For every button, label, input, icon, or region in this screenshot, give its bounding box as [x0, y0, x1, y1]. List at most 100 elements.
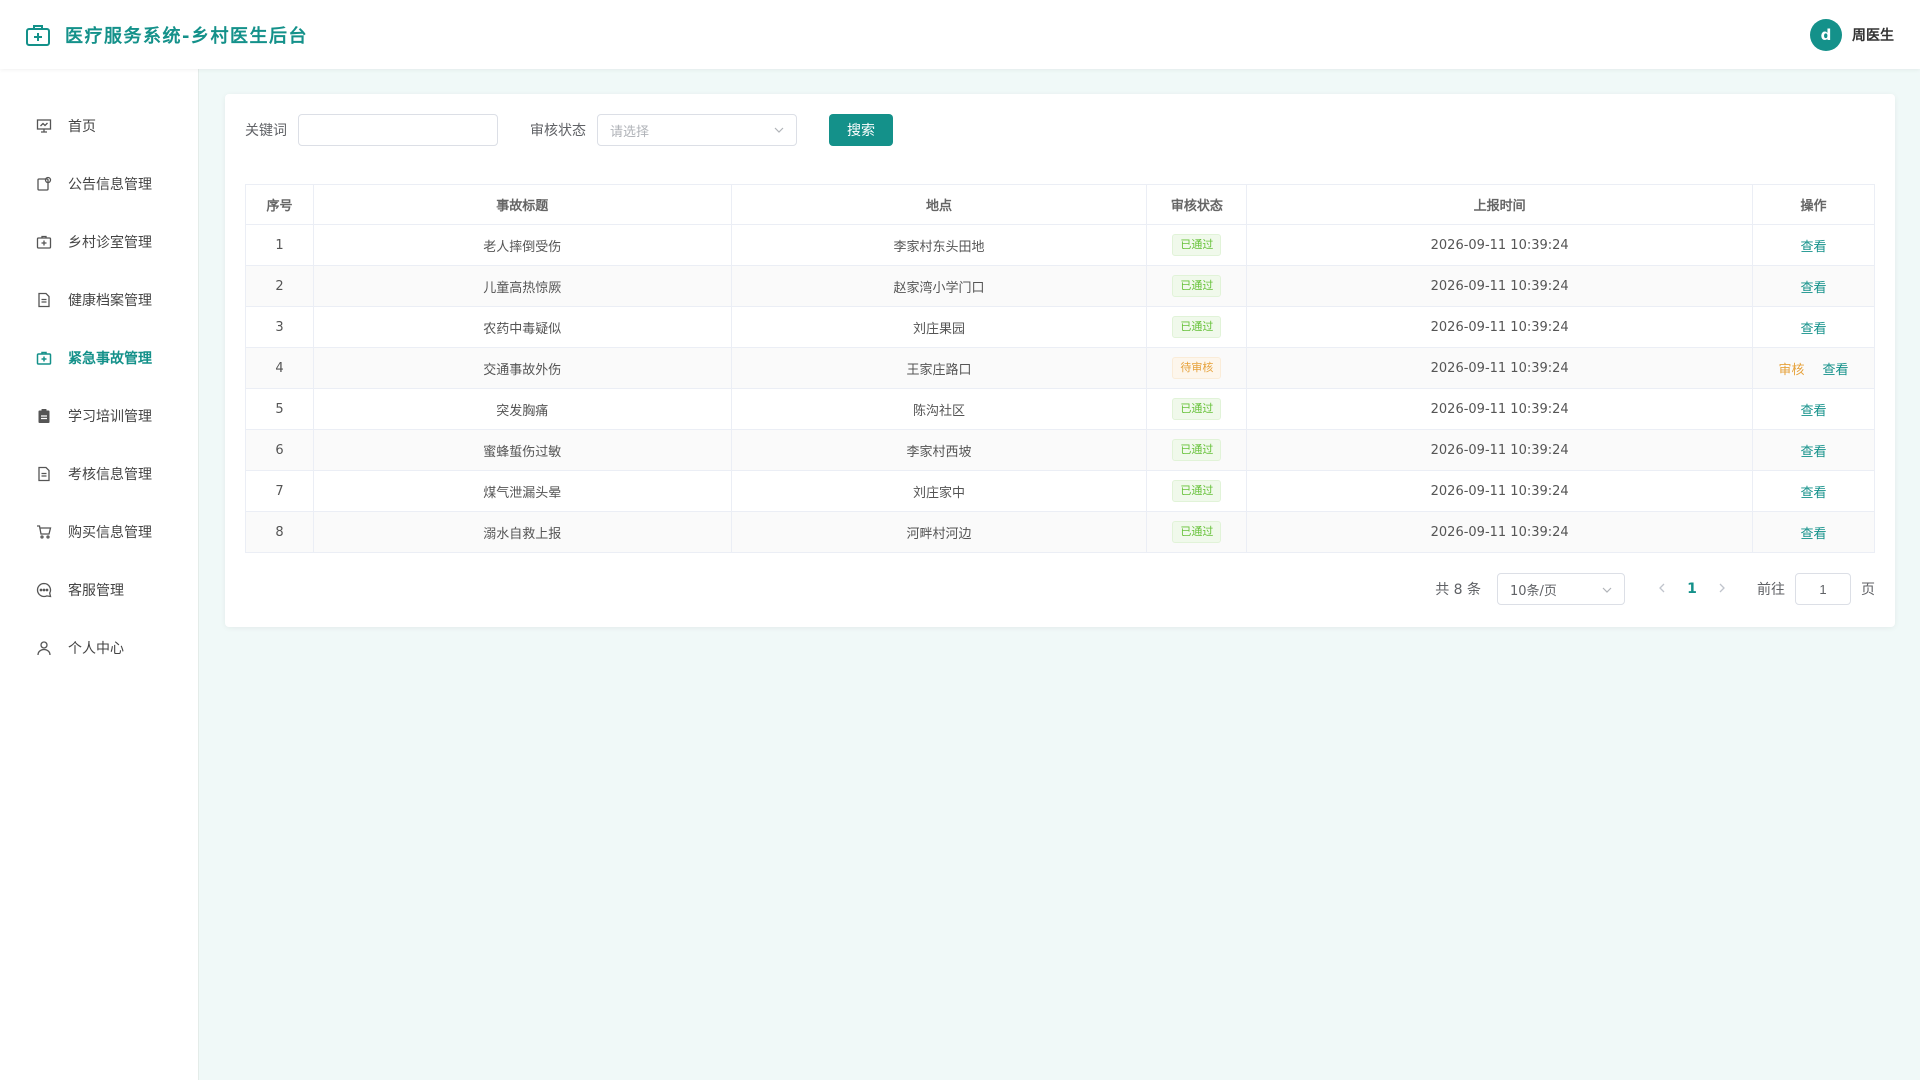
- cell-location: 王家庄路口: [730, 347, 1148, 389]
- view-button[interactable]: 查看: [1801, 322, 1827, 337]
- goto-page-input[interactable]: [1795, 573, 1851, 605]
- status-badge: 已通过: [1172, 275, 1222, 297]
- sidebar-item-notice[interactable]: 公告信息管理: [0, 155, 198, 213]
- col-header-no: 序号: [245, 184, 314, 225]
- page-number-current[interactable]: 1: [1677, 581, 1707, 597]
- cell-actions: 查看: [1752, 429, 1875, 471]
- cell-time: 2026-09-11 10:39:24: [1246, 347, 1754, 389]
- goto-label: 前往: [1757, 582, 1785, 598]
- sidebar-item-label: 健康档案管理: [68, 293, 152, 309]
- cell-title: 儿童高热惊厥: [312, 265, 732, 307]
- next-page-button[interactable]: [1707, 581, 1737, 597]
- cell-no: 3: [245, 306, 314, 348]
- notice-icon: [35, 175, 53, 193]
- sidebar-item-profile[interactable]: 个人中心: [0, 619, 198, 677]
- sidebar-item-home[interactable]: 首页: [0, 97, 198, 155]
- user-icon: [35, 639, 53, 657]
- status-badge: 已通过: [1172, 398, 1222, 420]
- sidebar-item-service[interactable]: 客服管理: [0, 561, 198, 619]
- cell-status: 已通过: [1146, 429, 1248, 471]
- cell-actions: 审核 查看: [1752, 347, 1875, 389]
- cell-actions: 查看: [1752, 224, 1875, 266]
- chevron-down-icon: [1602, 582, 1612, 597]
- status-select[interactable]: 请选择: [597, 114, 797, 146]
- user-name[interactable]: 周医生: [1852, 25, 1894, 45]
- sidebar-item-training[interactable]: 学习培训管理: [0, 387, 198, 445]
- sidebar-item-health-records[interactable]: 健康档案管理: [0, 271, 198, 329]
- status-badge: 已通过: [1172, 316, 1222, 338]
- user-menu[interactable]: d 周医生: [1810, 18, 1894, 51]
- sidebar-item-clinic[interactable]: 乡村诊室管理: [0, 213, 198, 271]
- search-button[interactable]: 搜索: [829, 114, 893, 146]
- cell-time: 2026-09-11 10:39:24: [1246, 429, 1754, 471]
- table-row: 8 溺水自救上报 河畔村河边 已通过 2026-09-11 10:39:24 查看: [245, 511, 1875, 553]
- table-row: 3 农药中毒疑似 刘庄果园 已通过 2026-09-11 10:39:24 查看: [245, 306, 1875, 348]
- cell-title: 突发胸痛: [312, 388, 732, 430]
- presentation-icon: [35, 117, 53, 135]
- pagination-total: 共 8 条: [1435, 582, 1481, 598]
- top-header: 医疗服务系统-乡村医生后台 d 周医生: [0, 0, 1920, 69]
- view-button[interactable]: 查看: [1823, 363, 1849, 378]
- cell-no: 5: [245, 388, 314, 430]
- status-select-placeholder: 请选择: [610, 124, 650, 140]
- cell-location: 李家村东头田地: [730, 224, 1148, 266]
- document-icon: [35, 465, 53, 483]
- cell-status: 已通过: [1146, 388, 1248, 430]
- table-row: 2 儿童高热惊厥 赵家湾小学门口 已通过 2026-09-11 10:39:24 查看: [245, 265, 1875, 307]
- view-button[interactable]: 查看: [1801, 240, 1827, 255]
- page-unit-label: 页: [1861, 582, 1875, 598]
- sidebar: 首页 公告信息管理 乡村诊室管理 健康档案管理 紧急事故管理 学习培训管理 考核…: [0, 69, 199, 1080]
- cell-time: 2026-09-11 10:39:24: [1246, 224, 1754, 266]
- incident-table: 序号 事故标题 地点 审核状态 上报时间 操作 1 老人摔倒受伤 李家村东头田地 已通…: [245, 184, 1875, 553]
- cell-actions: 查看: [1752, 388, 1875, 430]
- col-header-location: 地点: [730, 184, 1148, 225]
- sidebar-item-assessment[interactable]: 考核信息管理: [0, 445, 198, 503]
- clipboard-icon: [35, 407, 53, 425]
- cell-time: 2026-09-11 10:39:24: [1246, 511, 1754, 553]
- prev-page-button[interactable]: [1647, 581, 1677, 597]
- table-row: 4 交通事故外伤 王家庄路口 待审核 2026-09-11 10:39:24 审核 查看: [245, 347, 1875, 389]
- status-badge: 待审核: [1172, 357, 1222, 379]
- cell-title: 老人摔倒受伤: [312, 224, 732, 266]
- audit-button[interactable]: 审核: [1778, 363, 1804, 378]
- cell-no: 1: [245, 224, 314, 266]
- status-badge: 已通过: [1172, 521, 1222, 543]
- cell-title: 蜜蜂蜇伤过敏: [312, 429, 732, 471]
- avatar[interactable]: d: [1810, 18, 1842, 51]
- brand: 医疗服务系统-乡村医生后台: [25, 22, 308, 48]
- chevron-down-icon: [774, 125, 784, 136]
- cell-no: 7: [245, 470, 314, 512]
- cell-no: 4: [245, 347, 314, 389]
- sidebar-item-label: 客服管理: [68, 583, 124, 599]
- view-button[interactable]: 查看: [1801, 527, 1827, 542]
- document-icon: [35, 291, 53, 309]
- cell-status: 已通过: [1146, 224, 1248, 266]
- view-button[interactable]: 查看: [1801, 404, 1827, 419]
- medical-kit-icon: [35, 233, 53, 251]
- page-size-select[interactable]: 10条/页: [1497, 573, 1625, 605]
- sidebar-item-purchase[interactable]: 购买信息管理: [0, 503, 198, 561]
- cell-time: 2026-09-11 10:39:24: [1246, 265, 1754, 307]
- cell-actions: 查看: [1752, 470, 1875, 512]
- view-button[interactable]: 查看: [1801, 445, 1827, 460]
- cell-no: 6: [245, 429, 314, 471]
- medical-kit-icon: [35, 349, 53, 367]
- content-card: 关键词 审核状态 请选择 搜索 序号 事故标题 地点 审核状态 上报时间 操作 …: [225, 94, 1895, 627]
- cell-location: 河畔村河边: [730, 511, 1148, 553]
- sidebar-item-label: 公告信息管理: [68, 177, 152, 193]
- status-badge: 已通过: [1172, 439, 1222, 461]
- col-header-actions: 操作: [1752, 184, 1875, 225]
- view-button[interactable]: 查看: [1801, 486, 1827, 501]
- cell-no: 8: [245, 511, 314, 553]
- col-header-time: 上报时间: [1246, 184, 1754, 225]
- pagination: 共 8 条 10条/页 1 前往 页: [245, 573, 1875, 605]
- cell-location: 陈沟社区: [730, 388, 1148, 430]
- cell-title: 交通事故外伤: [312, 347, 732, 389]
- sidebar-item-emergency[interactable]: 紧急事故管理: [0, 329, 198, 387]
- cell-no: 2: [245, 265, 314, 307]
- view-button[interactable]: 查看: [1801, 281, 1827, 296]
- table-header-row: 序号 事故标题 地点 审核状态 上报时间 操作: [245, 184, 1875, 225]
- keyword-input[interactable]: [298, 114, 498, 146]
- sidebar-item-label: 考核信息管理: [68, 467, 152, 483]
- col-header-status: 审核状态: [1146, 184, 1248, 225]
